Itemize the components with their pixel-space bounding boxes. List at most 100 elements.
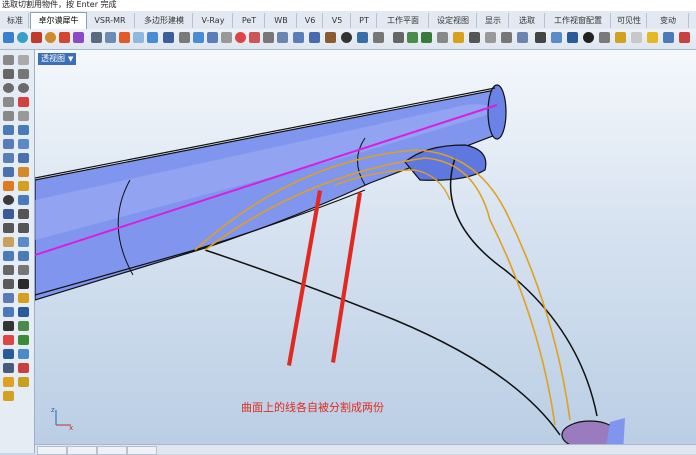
rebuild-tool-icon[interactable] [3,307,14,317]
new-file-icon[interactable] [3,32,14,43]
frame-icon[interactable] [221,32,232,43]
lock-icon[interactable] [373,32,384,43]
polyline-icon[interactable] [3,69,14,79]
point-tool-icon[interactable] [18,55,29,65]
mesh-icon[interactable] [163,32,174,43]
rotate-tool-icon[interactable] [3,349,14,359]
material-icon[interactable] [59,32,70,43]
tab-visibility[interactable]: 可见性 [612,13,647,28]
check-tool-icon[interactable] [18,279,29,289]
clipboard-icon[interactable] [393,32,404,43]
rectangle-tool-icon[interactable] [18,97,29,107]
light-tool-icon[interactable] [18,181,29,191]
folder-icon[interactable] [647,32,658,43]
render-icon[interactable] [45,32,56,43]
group-tool-icon[interactable] [18,237,29,247]
point-icon[interactable] [249,32,260,43]
mesh-edit-icon[interactable] [3,321,14,331]
join-tool-icon[interactable] [18,223,29,233]
tab-v5[interactable]: V5 [324,13,351,28]
dimension-tool-icon[interactable] [3,181,14,191]
network-icon[interactable] [663,32,674,43]
render-tool-icon[interactable] [18,167,29,177]
edit-tool-icon[interactable] [18,293,29,303]
tab-zhuoer-rhino[interactable]: 卓尔谟犀牛 [30,12,87,30]
text-tool-icon[interactable] [18,111,29,121]
curve-icon[interactable] [437,32,448,43]
annotate-icon[interactable] [615,32,626,43]
split-icon[interactable] [485,32,496,43]
zoom-tool-icon[interactable] [18,363,29,373]
viewport-tab[interactable] [67,446,97,455]
layer-icon[interactable] [551,32,562,43]
tab-set-view[interactable]: 设定视图 [430,13,477,28]
boolean-tool-icon[interactable] [3,195,14,205]
model-scene[interactable] [35,50,696,453]
box-tool-icon[interactable] [18,153,29,163]
gear-icon[interactable] [341,32,352,43]
tab-display[interactable]: 显示 [478,13,509,28]
ellipse-tool-icon[interactable] [18,83,29,93]
loft-icon[interactable] [517,32,528,43]
solid-icon[interactable] [293,32,304,43]
tab-select[interactable]: 选取 [510,13,545,28]
view-tool-icon[interactable] [18,349,29,359]
rainbow-icon[interactable] [133,32,144,43]
car-icon[interactable] [91,32,102,43]
tab-viewport-layout[interactable]: 工作视窗配置 [546,13,611,28]
analyze-tool-icon[interactable] [3,279,14,289]
offset-tool-icon[interactable] [3,125,14,135]
viewport-label[interactable]: 透视图 ▼ [38,53,77,65]
bomb-icon[interactable] [583,32,594,43]
pipe-icon[interactable] [263,32,274,43]
move-icon[interactable] [407,32,418,43]
blend-tool-icon[interactable] [18,307,29,317]
shape-icon[interactable] [105,32,116,43]
copy-icon[interactable] [193,32,204,43]
hatch-tool-icon[interactable] [18,265,29,275]
array-tool-icon[interactable] [18,251,29,261]
explode-tool-icon[interactable] [3,237,14,247]
edit-icon[interactable] [119,32,130,43]
curve-tool-icon[interactable] [18,69,29,79]
viewport-tab[interactable] [97,446,127,455]
tab-polygon-modeling[interactable]: 多边形建模 [136,13,193,28]
material-tool-icon[interactable] [18,377,29,387]
camera-icon[interactable] [469,32,480,43]
tab-vsr-mr[interactable]: VSR-MR [86,13,135,28]
shell-tool-icon[interactable] [18,195,29,205]
tab-vray[interactable]: V-Ray [194,13,233,28]
view-icon[interactable] [207,32,218,43]
sweep-icon[interactable] [567,32,578,43]
flag-icon[interactable] [535,32,546,43]
drop-icon[interactable] [679,32,690,43]
mesh-tool-icon[interactable] [3,167,14,177]
polygon-tool-icon[interactable] [3,111,14,121]
split-tool-icon[interactable] [3,223,14,233]
circle-tool-icon[interactable] [3,83,14,93]
cylinder-icon[interactable] [277,32,288,43]
sphere-icon[interactable] [17,32,28,43]
fillet-tool-icon[interactable] [18,125,29,135]
grid-icon[interactable] [73,32,84,43]
chevron-down-icon[interactable]: ▼ [68,53,73,65]
tab-work-plane[interactable]: 工作平面 [378,13,429,28]
viewport-tab[interactable] [127,446,157,455]
tab-standard[interactable]: 标准 [2,13,29,28]
viewport-tab[interactable] [37,446,67,455]
tab-wb[interactable]: WB [266,13,297,28]
tab-pt[interactable]: PT [352,13,377,28]
tool-icon[interactable] [325,32,336,43]
tab-transform[interactable]: 变动 [648,13,689,28]
grid-snap-icon[interactable] [3,265,14,275]
pin-icon[interactable] [599,32,610,43]
trim-tool-icon[interactable] [18,209,29,219]
circle-icon[interactable] [235,32,246,43]
dimension-icon[interactable] [357,32,368,43]
select-arrow-icon[interactable] [3,55,14,65]
plugin-tool-icon[interactable] [3,391,14,401]
transform-tool-icon[interactable] [3,335,14,345]
check-icon[interactable] [631,32,642,43]
surface-icon[interactable] [147,32,158,43]
tab-v6[interactable]: V6 [298,13,323,28]
